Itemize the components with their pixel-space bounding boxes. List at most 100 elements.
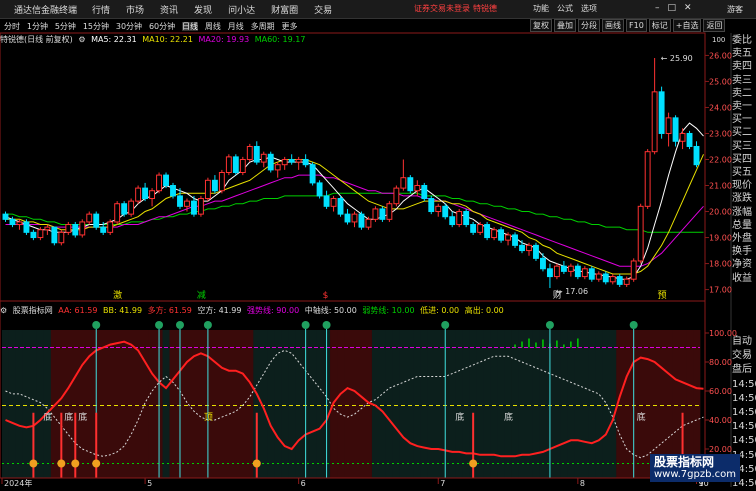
candle-body <box>281 158 288 166</box>
label-buy5: 买五 <box>732 167 752 179</box>
candle-body <box>519 244 525 252</box>
candle-body <box>644 151 651 207</box>
zone-bar <box>22 330 31 478</box>
candle-body <box>421 185 428 200</box>
watermark-url: www.7gpzb.com <box>654 469 736 480</box>
candle-body <box>323 195 330 207</box>
zone-bar <box>532 330 540 478</box>
zone-bar <box>351 330 359 478</box>
zone-bar <box>43 330 52 478</box>
price-axis-label: 23.00 <box>709 129 732 138</box>
candle-body <box>44 226 51 231</box>
candle-body <box>107 221 114 233</box>
indicator-axis-label: 80.00 <box>709 358 732 367</box>
zone-bar <box>434 330 443 478</box>
zone-bar <box>113 330 122 478</box>
candle-body <box>574 265 581 278</box>
label-turnover: 换手 <box>732 246 752 258</box>
label-after-hours[interactable]: 盘后 <box>732 363 756 377</box>
candle-body <box>79 221 86 236</box>
zone-bar <box>413 330 422 478</box>
signal-text-label: 底 <box>637 411 646 423</box>
zone-bar <box>274 330 282 478</box>
candle-body <box>72 224 79 236</box>
candle-body <box>337 198 344 215</box>
candle-body <box>163 174 169 187</box>
tick-time: 14:50 <box>732 378 756 390</box>
candle-body <box>512 234 518 246</box>
price-axis-label: 26.00 <box>709 51 732 60</box>
candle-body <box>609 276 616 283</box>
candle-body <box>428 198 435 213</box>
candle-body <box>191 200 197 215</box>
candle-body <box>630 260 637 280</box>
candle-body <box>128 200 135 215</box>
candle-body <box>616 276 623 285</box>
candle-body <box>267 153 274 171</box>
candle-body <box>498 229 505 241</box>
zone-bar <box>385 330 394 478</box>
buy-signal-badge <box>252 459 261 468</box>
candle-body <box>623 278 630 285</box>
candle-body <box>170 185 176 197</box>
indicator-axis-label: 60.00 <box>709 387 732 396</box>
price-axis-label: 18.00 <box>709 260 732 269</box>
buy-signal-badge <box>92 459 101 468</box>
label-auto[interactable]: 自动 <box>732 335 756 349</box>
label-volume: 总量 <box>732 219 752 231</box>
zone-bar <box>406 330 415 478</box>
zone-bar <box>239 330 247 478</box>
label-outer: 外盘 <box>732 233 752 245</box>
zone-bar <box>448 330 457 478</box>
candle-body <box>560 265 567 272</box>
zone-bar <box>588 330 596 478</box>
candle-body <box>239 158 246 173</box>
zone-bar <box>623 330 631 478</box>
price-axis-label: 25.00 <box>709 77 732 86</box>
candle-body <box>456 211 463 226</box>
candle-body <box>540 257 546 270</box>
sell-signal-badge <box>92 321 101 329</box>
candle-body <box>149 190 156 200</box>
price-axis-label: 19.00 <box>709 234 732 243</box>
zone-bar <box>2 330 10 478</box>
zone-bar <box>211 330 219 478</box>
zone-bar <box>141 330 149 478</box>
candle-body <box>142 187 149 200</box>
zone-bar <box>281 330 289 478</box>
candle-body <box>37 229 44 239</box>
zone-bar <box>225 330 233 478</box>
label-sell2: 卖二 <box>732 87 752 99</box>
label-buy1: 买一 <box>732 114 752 126</box>
zone-bar <box>455 330 464 478</box>
zone-bar <box>553 330 561 478</box>
ma5-line <box>5 122 704 280</box>
zone-bar <box>399 330 408 478</box>
zone-bar <box>162 330 170 478</box>
signal-text-label: 底 <box>78 411 87 423</box>
candle-body <box>484 224 491 239</box>
zone-bar <box>106 330 115 478</box>
candle-body <box>470 224 477 233</box>
tick-time: 14:50 <box>732 392 756 404</box>
sell-signal-badge <box>175 321 184 329</box>
kline-chart[interactable]: 26.00 25.00 24.00 23.00 22.00 21.00 20.00 19.00… <box>0 0 756 487</box>
candle-body <box>309 164 316 184</box>
candle-body <box>184 200 190 207</box>
candle-body <box>358 213 365 228</box>
zone-bar <box>148 330 156 478</box>
candle-body <box>449 216 456 226</box>
label-change: 涨跌 <box>732 193 752 205</box>
label-trade[interactable]: 交易 <box>732 349 756 363</box>
label-sell4: 卖四 <box>732 61 752 73</box>
zone-bar <box>567 330 575 478</box>
zone-bar <box>64 330 73 478</box>
zone-bar <box>462 330 471 478</box>
candle-body <box>204 179 211 200</box>
candle-body <box>302 158 309 166</box>
candle-body <box>588 268 595 280</box>
zone-bar <box>232 330 240 478</box>
label-change-pct: 涨幅 <box>732 206 752 218</box>
candle-body <box>414 185 421 192</box>
candle-body <box>651 91 658 153</box>
